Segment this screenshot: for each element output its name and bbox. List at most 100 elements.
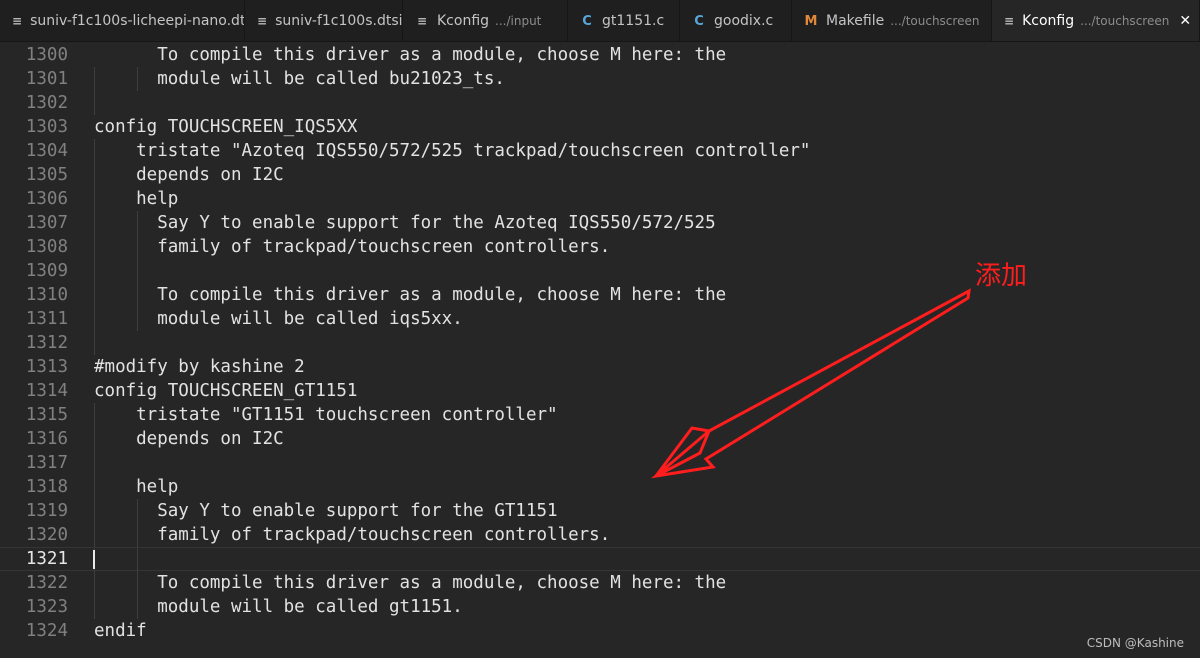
file-lines-icon: ≡ [1004,14,1015,28]
file-lines-icon: ≡ [12,14,23,28]
code-text: To compile this driver as a module, choo… [94,45,727,65]
indent-guide [94,451,95,475]
code-text: config TOUCHSCREEN_IQS5XX [94,117,358,137]
code-line[interactable]: 1303 config TOUCHSCREEN_IQS5XX [0,115,1200,139]
code-line-current[interactable]: 1321 [0,547,1200,572]
line-number: 1304 [25,141,68,161]
line-number: 1315 [25,405,68,425]
code-line[interactable]: 1311 module will be called iqs5xx. [0,307,1200,331]
tab-kconfig-touchscreen[interactable]: ≡ Kconfig .../touchscreen ✕ [992,0,1200,41]
code-line[interactable]: 1319 Say Y to enable support for the GT1… [0,499,1200,523]
code-line[interactable]: 1317 [0,451,1200,475]
code-line[interactable]: 1300 To compile this driver as a module,… [0,43,1200,67]
code-line[interactable]: 1320 family of trackpad/touchscreen cont… [0,523,1200,547]
code-line[interactable]: 1323 module will be called gt1151. [0,595,1200,619]
tab-gt1151-c[interactable]: C gt1151.c [568,0,680,41]
code-line[interactable]: 1305 depends on I2C [0,163,1200,187]
code-line[interactable]: 1315 tristate "GT1151 touchscreen contro… [0,403,1200,427]
code-text: endif [94,621,147,641]
annotation-label: 添加 [975,261,1028,291]
indent-guide [137,259,139,283]
file-lines-icon: ≡ [416,14,428,28]
file-lines-icon: ≡ [257,14,268,28]
editor-window: ≡ suniv-f1c100s-licheepi-nano.dts ≡ suni… [0,0,1200,658]
code-line[interactable]: 1307 Say Y to enable support for the Azo… [0,211,1200,235]
tab-suniv-f1c100s-dtsi[interactable]: ≡ suniv-f1c100s.dtsi [245,0,403,41]
code-text: To compile this driver as a module, choo… [94,285,727,305]
code-text: family of trackpad/touchscreen controlle… [94,237,611,257]
code-text: config TOUCHSCREEN_GT1151 [94,381,358,401]
tab-goodix-c[interactable]: C goodix.c [680,0,792,41]
code-text: module will be called bu21023_ts. [94,69,505,89]
tab-directory: .../touchscreen [890,14,980,28]
line-number: 1300 [25,45,68,65]
indent-guide [94,259,95,283]
code-line[interactable]: 1322 To compile this driver as a module,… [0,571,1200,595]
watermark: CSDN @Kashine [1086,636,1184,650]
indent-guide [94,331,95,355]
code-editor[interactable]: 1300 To compile this driver as a module,… [0,43,1200,658]
line-number: 1312 [25,333,68,353]
code-line[interactable]: 1318 help [0,475,1200,499]
code-text: tristate "Azoteq IQS550/572/525 trackpad… [94,141,811,161]
line-number: 1319 [25,501,68,521]
indent-guide [94,91,95,115]
tab-label: suniv-f1c100s.dtsi [275,13,403,29]
tab-label: Kconfig [437,13,490,29]
text-cursor [93,550,95,569]
tab-directory: .../touchscreen [1080,14,1170,28]
line-number: 1321 [25,549,68,569]
line-number: 1301 [25,69,68,89]
code-line[interactable]: 1312 [0,331,1200,355]
code-text: Say Y to enable support for the GT1151 [94,501,558,521]
line-number: 1310 [25,285,68,305]
line-number: 1317 [25,453,68,473]
code-line[interactable]: 1306 help [0,187,1200,211]
line-number: 1324 [25,621,68,641]
code-line[interactable]: 1301 module will be called bu21023_ts. [0,67,1200,91]
tab-suniv-f1c100s-licheepi-nano-dts[interactable]: ≡ suniv-f1c100s-licheepi-nano.dts [0,0,245,41]
code-line[interactable]: 1314 config TOUCHSCREEN_GT1151 [0,379,1200,403]
tab-kconfig-input[interactable]: ≡ Kconfig .../input [403,0,568,41]
code-line[interactable]: 1324 endif [0,619,1200,643]
tab-label: Kconfig [1022,13,1075,29]
code-text: help [94,477,179,497]
tab-bar: ≡ suniv-f1c100s-licheepi-nano.dts ≡ suni… [0,0,1200,42]
code-text: depends on I2C [94,429,284,449]
line-number: 1308 [25,237,68,257]
indent-guide [137,548,139,572]
makefile-icon: M [804,13,818,29]
tab-label: Makefile [826,13,885,29]
code-text: module will be called gt1151. [94,597,463,617]
line-number: 1311 [25,309,68,329]
line-number: 1320 [25,525,68,545]
code-text: #modify by kashine 2 [94,357,305,377]
code-text: help [94,189,179,209]
line-number: 1318 [25,477,68,497]
line-number: 1323 [25,597,68,617]
code-text: Say Y to enable support for the Azoteq I… [94,213,716,233]
c-file-icon: C [694,13,704,29]
line-number: 1314 [25,381,68,401]
code-line[interactable]: 1302 [0,91,1200,115]
line-number: 1307 [25,213,68,233]
code-text: family of trackpad/touchscreen controlle… [94,525,611,545]
line-number: 1316 [25,429,68,449]
tab-label: suniv-f1c100s-licheepi-nano.dts [30,13,245,29]
close-tab-icon[interactable]: ✕ [1179,13,1191,29]
tab-makefile-touchscreen[interactable]: M Makefile .../touchscreen [792,0,992,41]
code-line[interactable]: 1313 #modify by kashine 2 [0,355,1200,379]
code-text: tristate "GT1151 touchscreen controller" [94,405,558,425]
line-number: 1306 [25,189,68,209]
line-number: 1309 [25,261,68,281]
code-text: depends on I2C [94,165,284,185]
tab-directory: .../input [495,14,542,28]
tab-label: gt1151.c [602,13,665,29]
line-number: 1313 [25,357,68,377]
code-text: module will be called iqs5xx. [94,309,463,329]
line-number: 1305 [25,165,68,185]
line-number: 1302 [25,93,68,113]
c-file-icon: C [582,13,592,29]
code-line[interactable]: 1316 depends on I2C [0,427,1200,451]
code-line[interactable]: 1304 tristate "Azoteq IQS550/572/525 tra… [0,139,1200,163]
